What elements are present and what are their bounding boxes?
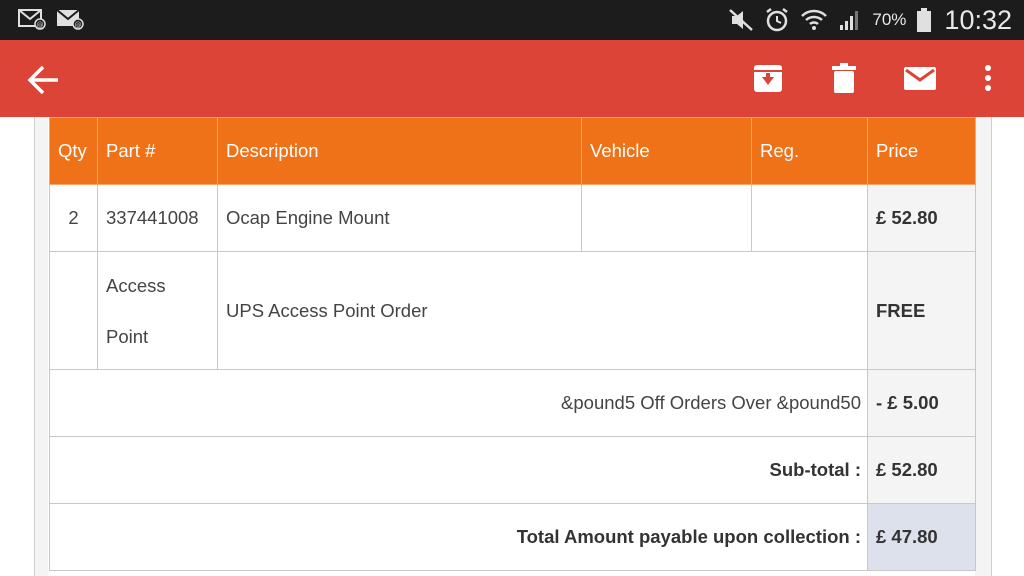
- access-point-qty: [49, 251, 98, 370]
- discount-label: &pound5 Off Orders Over &pound50: [49, 369, 868, 437]
- total-label: Total Amount payable upon collection :: [49, 503, 868, 571]
- svg-text:@: @: [75, 21, 82, 29]
- back-arrow-icon[interactable]: [26, 62, 62, 98]
- item-description: Ocap Engine Mount: [217, 184, 582, 252]
- column-header-part: Part #: [97, 117, 218, 185]
- discount-row: &pound5 Off Orders Over &pound50 - £ 5.0…: [49, 369, 976, 437]
- column-header-qty: Qty: [49, 117, 98, 185]
- access-point-part-line1: Access: [106, 274, 166, 296]
- wifi-icon: [801, 9, 828, 30]
- archive-icon[interactable]: [750, 60, 786, 96]
- access-point-part-line2: Point: [106, 325, 149, 347]
- access-point-description: UPS Access Point Order: [217, 251, 868, 370]
- status-bar: @ @ 70% 10:32: [0, 0, 1024, 40]
- item-part-number: 337441008: [97, 184, 218, 252]
- email-notification-icon: @: [18, 9, 46, 30]
- svg-text:@: @: [37, 21, 44, 29]
- column-header-price: Price: [867, 117, 976, 185]
- subtotal-label: Sub-total :: [49, 436, 868, 504]
- delete-icon[interactable]: [826, 60, 862, 96]
- column-header-reg: Reg.: [751, 117, 868, 185]
- column-header-description: Description: [217, 117, 582, 185]
- total-row: Total Amount payable upon collection : £…: [49, 503, 976, 571]
- alarm-icon: [766, 8, 789, 32]
- item-price: £ 52.80: [867, 184, 976, 252]
- clock-time: 10:32: [944, 4, 1012, 35]
- subtotal-value: £ 52.80: [867, 436, 976, 504]
- notification-icons: @ @: [18, 8, 84, 30]
- overflow-menu-icon[interactable]: [970, 60, 1006, 96]
- item-vehicle: [581, 184, 752, 252]
- mute-icon: [729, 9, 754, 31]
- email-notification-icon: @: [56, 9, 84, 30]
- mark-unread-icon[interactable]: [902, 60, 938, 96]
- table-header-row: Qty Part # Description Vehicle Reg. Pric…: [49, 117, 976, 185]
- access-point-price: FREE: [867, 251, 976, 370]
- battery-percent: 70%: [872, 10, 907, 29]
- signal-icon: [840, 11, 859, 30]
- access-point-part: Access Point: [97, 251, 218, 370]
- column-header-vehicle: Vehicle: [581, 117, 752, 185]
- battery-icon: [917, 8, 932, 32]
- table-row: 2 337441008 Ocap Engine Mount £ 52.80: [49, 184, 976, 252]
- subtotal-row: Sub-total : £ 52.80: [49, 436, 976, 504]
- item-qty: 2: [49, 184, 98, 252]
- discount-value: - £ 5.00: [867, 369, 976, 437]
- table-row: Access Point UPS Access Point Order FREE: [49, 251, 976, 370]
- total-value: £ 47.80: [867, 503, 976, 571]
- item-reg: [751, 184, 868, 252]
- app-bar: [0, 40, 1024, 117]
- order-table: Qty Part # Description Vehicle Reg. Pric…: [49, 117, 976, 571]
